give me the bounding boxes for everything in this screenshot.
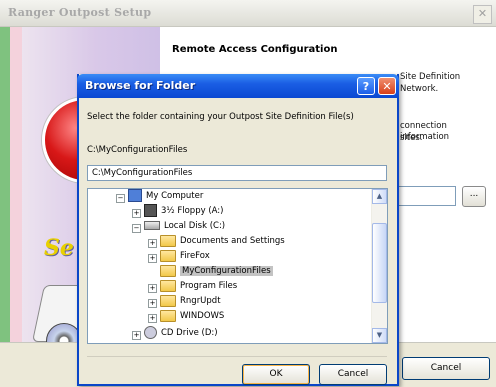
tree-item-windows[interactable]: WINDOWS [160, 309, 224, 324]
tree-item-label: FireFox [180, 251, 210, 261]
scroll-up-icon[interactable]: ▲ [372, 189, 387, 204]
current-folder-label: C:\MyConfigurationFiles [87, 145, 188, 155]
cd-drive-icon [144, 326, 157, 339]
banner-stripe [10, 27, 22, 342]
setup-side-text-2: Network. [400, 84, 439, 94]
dialog-title: Browse for Folder [85, 79, 196, 92]
expand-windows-icon[interactable]: + [148, 314, 157, 323]
tree-item-label: 3½ Floppy (A:) [161, 206, 224, 216]
tree-item-floppy[interactable]: 3½ Floppy (A:) [144, 204, 223, 219]
dialog-instruction: Select the folder containing your Outpos… [87, 112, 354, 122]
folder-icon [160, 234, 176, 247]
tree-vertical-scrollbar[interactable]: ▲ ▼ [371, 189, 387, 343]
scrollbar-thumb[interactable] [372, 223, 387, 303]
setup-close-icon[interactable]: ✕ [473, 5, 492, 24]
setup-path-input[interactable] [398, 186, 456, 206]
tree-item-my-computer[interactable]: My Computer [128, 189, 203, 204]
folder-icon [160, 294, 176, 307]
collapse-my-computer-icon[interactable]: − [116, 194, 125, 203]
setup-side-text-4: sites. [400, 133, 423, 143]
ok-button[interactable]: OK [242, 364, 310, 385]
folder-path-input[interactable]: C:\MyConfigurationFiles [87, 165, 387, 181]
expand-floppy-icon[interactable]: + [132, 209, 141, 218]
drive-icon [144, 221, 160, 230]
folder-icon [160, 279, 176, 292]
computer-icon [128, 189, 142, 202]
setup-titlebar: Ranger Outpost Setup ✕ [0, 0, 496, 27]
tree-item-label: Documents and Settings [180, 236, 285, 246]
tree-item-label: My Computer [146, 191, 204, 201]
tree-item-local-disk[interactable]: Local Disk (C:) [144, 219, 225, 234]
expand-firefox-icon[interactable]: + [148, 254, 157, 263]
dialog-separator [87, 356, 387, 357]
banner-script-text: Se [44, 235, 74, 261]
browse-ellipsis-button[interactable]: ... [462, 186, 486, 207]
tree-item-label: MyConfigurationFiles [180, 266, 273, 276]
tree-item-myconfigurationfiles[interactable]: MyConfigurationFiles [160, 264, 273, 279]
tree-item-rngrupdt[interactable]: RngrUpdt [160, 294, 221, 309]
expand-program-files-icon[interactable]: + [148, 284, 157, 293]
tree-item-label: Local Disk (C:) [164, 221, 226, 231]
browse-for-folder-dialog: Browse for Folder ? ✕ Select the folder … [77, 74, 399, 386]
tree-item-cd-drive[interactable]: CD Drive (D:) [144, 326, 218, 341]
setup-heading: Remote Access Configuration [172, 44, 338, 55]
folder-icon [160, 309, 176, 322]
folder-open-icon [160, 264, 176, 277]
setup-window-title: Ranger Outpost Setup [8, 6, 152, 19]
cancel-button[interactable]: Cancel [319, 364, 387, 385]
help-button[interactable]: ? [357, 77, 375, 95]
tree-item-label: RngrUpdt [180, 296, 221, 306]
expand-rngrupdt-icon[interactable]: + [148, 299, 157, 308]
dialog-titlebar: Browse for Folder ? ✕ [77, 74, 399, 98]
tree-item-firefox[interactable]: FireFox [160, 249, 210, 264]
close-button[interactable]: ✕ [378, 77, 396, 95]
expand-cd-drive-icon[interactable]: + [132, 331, 141, 340]
tree-item-documents-and-settings[interactable]: Documents and Settings [160, 234, 285, 249]
expand-documents-icon[interactable]: + [148, 239, 157, 248]
setup-side-text-1: Site Definition [400, 72, 461, 82]
folder-tree[interactable]: − My Computer + 3½ Floppy (A:) − Local D… [87, 188, 388, 344]
scroll-down-icon[interactable]: ▼ [372, 328, 387, 343]
tree-item-label: WINDOWS [180, 311, 225, 321]
setup-cancel-button[interactable]: Cancel [402, 357, 490, 380]
tree-item-label: Program Files [180, 281, 238, 291]
tree-item-program-files[interactable]: Program Files [160, 279, 237, 294]
floppy-icon [144, 204, 157, 217]
folder-icon [160, 249, 176, 262]
collapse-local-disk-icon[interactable]: − [132, 224, 141, 233]
tree-item-label: CD Drive (D:) [161, 328, 218, 338]
